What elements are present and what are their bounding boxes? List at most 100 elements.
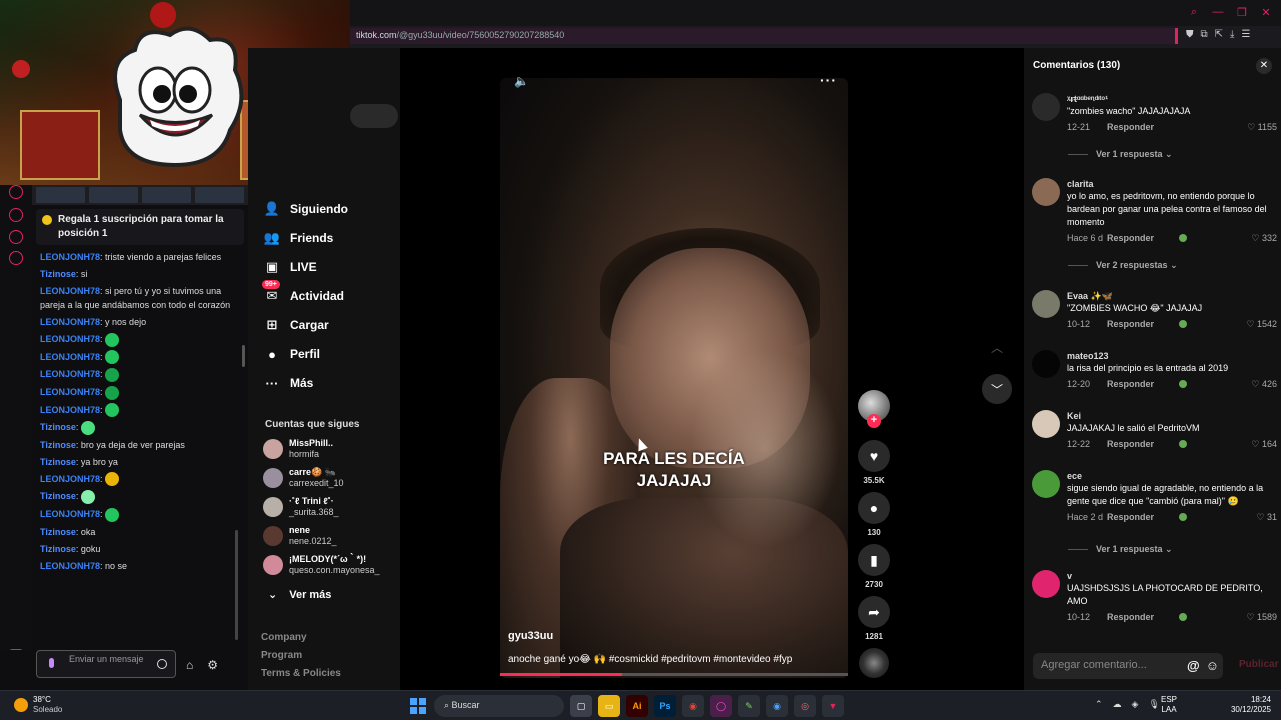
chat-username[interactable]: LEONJONH78 <box>40 405 100 415</box>
emoji-icon[interactable]: ☺ <box>1206 658 1219 673</box>
avatar[interactable] <box>1032 470 1060 498</box>
chat-settings-icon[interactable]: ⚙ <box>207 658 218 672</box>
taskbar-search[interactable]: ⌕ Buscar <box>434 695 564 717</box>
comment-username[interactable]: mateo123 <box>1067 350 1277 362</box>
rail-channel-icon[interactable] <box>9 185 23 199</box>
rail-channel-icon[interactable] <box>9 251 23 265</box>
comment-like-button[interactable]: ♡ 332 <box>1251 231 1277 245</box>
task-view-icon[interactable]: ▢ <box>570 695 592 717</box>
avatar[interactable] <box>1032 178 1060 206</box>
chat-username[interactable]: Tizinose <box>40 269 76 279</box>
chrome-alt-icon[interactable]: ◉ <box>766 695 788 717</box>
app-icon[interactable]: ✎ <box>738 695 760 717</box>
reply-button[interactable]: Responder <box>1107 231 1154 245</box>
illustrator-icon[interactable]: Ai <box>626 695 648 717</box>
comment-like-button[interactable]: ♡ 164 <box>1251 437 1277 451</box>
tiktok-search-pill[interactable] <box>350 104 398 128</box>
view-replies-button[interactable]: Ver 2 respuestas ⌄ <box>1068 260 1178 271</box>
chat-username[interactable]: Tizinose <box>40 544 76 554</box>
photoshop-icon[interactable]: Ps <box>654 695 676 717</box>
comment-like-button[interactable]: ♡ 1542 <box>1246 317 1277 331</box>
app-tray-icon[interactable]: ◈ <box>1132 699 1139 710</box>
chrome-icon[interactable]: ◉ <box>682 695 704 717</box>
comment-username[interactable]: v <box>1067 570 1277 582</box>
comment-username[interactable]: clarita <box>1067 178 1277 190</box>
store-icon[interactable]: ⌂ <box>186 658 193 672</box>
view-replies-button[interactable]: Ver 1 respuesta ⌄ <box>1068 149 1173 160</box>
emoji-icon[interactable] <box>157 659 167 669</box>
file-explorer-icon[interactable]: ▭ <box>598 695 620 717</box>
comment-username[interactable]: ᵡᵲᵵᵅᵅᵇᵉᶯᵈᶦᵗᵒ¹ <box>1067 93 1277 105</box>
reply-button[interactable]: Responder <box>1107 437 1154 451</box>
opera-gx-icon[interactable]: ◯ <box>710 695 732 717</box>
followed-account[interactable]: ·˚ℓ Trini ℓ˚· _surita.368_ <box>263 495 339 519</box>
app-icon[interactable]: ◎ <box>794 695 816 717</box>
chat-username[interactable]: Tizinose <box>40 422 76 432</box>
nav-item-friends[interactable]: 👥 Friends <box>264 227 333 249</box>
followed-account[interactable]: nene nene.0212_ <box>263 524 337 548</box>
comment-like-button[interactable]: ♡ 1589 <box>1246 610 1277 624</box>
chat-username[interactable]: LEONJONH78 <box>40 334 100 344</box>
see-more-button[interactable]: ⌄ Ver más <box>268 588 331 602</box>
share-arrow-icon[interactable]: ➦ <box>858 596 890 628</box>
reply-button[interactable]: Responder <box>1107 120 1154 134</box>
nav-item-actividad[interactable]: ✉ 99+ Actividad <box>262 280 344 307</box>
close-icon[interactable]: ✕ <box>1256 58 1272 74</box>
avatar[interactable] <box>1032 290 1060 318</box>
chat-username[interactable]: LEONJONH78 <box>40 387 100 397</box>
avatar[interactable] <box>1032 570 1060 598</box>
comment-username[interactable]: Evaa ✨🦋 <box>1067 290 1277 302</box>
chat-username[interactable]: LEONJONH78 <box>40 561 100 571</box>
video-description[interactable]: anoche gané yo😂 🙌 #cosmickid #pedritovm … <box>508 654 792 665</box>
language-indicator[interactable]: ESP LAA <box>1161 695 1177 715</box>
comment-like-button[interactable]: ♡ 1155 <box>1247 120 1277 134</box>
reply-button[interactable]: Responder <box>1107 510 1154 524</box>
footer-link-program[interactable]: Program <box>261 650 302 661</box>
video-author[interactable]: gyu33uu <box>508 630 553 642</box>
chat-username[interactable]: LEONJONH78 <box>40 286 100 296</box>
followed-account[interactable]: MissPhill.. hormifa <box>263 437 333 461</box>
pinned-subscription-message[interactable]: Regala 1 suscripción para tomar la posic… <box>36 209 244 245</box>
comment-icon[interactable]: ● <box>858 492 890 524</box>
reply-button[interactable]: Responder <box>1107 377 1154 391</box>
volume-icon[interactable]: 🔈 <box>514 74 529 88</box>
share-icon[interactable]: ⇱ <box>1215 29 1223 40</box>
nav-item-perfil[interactable]: ● Perfil <box>264 343 320 365</box>
comment-like-button[interactable]: ♡ 31 <box>1256 510 1277 524</box>
clock[interactable]: 18:24 30/12/2025 <box>1227 695 1271 715</box>
chat-username[interactable]: Tizinose <box>40 440 76 450</box>
chat-username[interactable]: LEONJONH78 <box>40 369 100 379</box>
address-bar[interactable]: tiktok.com/@gyu33uu/video/75600527902072… <box>350 28 1175 44</box>
search-icon[interactable]: ⌕ <box>1187 6 1201 19</box>
mention-icon[interactable]: @ <box>1187 658 1200 673</box>
music-disc-icon[interactable] <box>859 648 889 678</box>
rail-channel-icon[interactable] <box>9 230 23 244</box>
weather-widget[interactable]: 38°C Soleado <box>14 695 62 715</box>
chat-scrollbar-track[interactable] <box>235 530 238 640</box>
chat-username[interactable]: LEONJONH78 <box>40 352 100 362</box>
reply-button[interactable]: Responder <box>1107 610 1154 624</box>
chevron-down-icon[interactable]: ﹀ <box>982 374 1012 404</box>
maximize-icon[interactable]: ❐ <box>1235 6 1249 19</box>
follow-plus-icon[interactable]: + <box>867 414 881 428</box>
chat-username[interactable]: Tizinose <box>40 527 76 537</box>
avatar[interactable] <box>1032 93 1060 121</box>
followed-account[interactable]: ¡MELODY(*´ω｀*)! queso.con.mayonesa_ <box>263 553 380 577</box>
chat-username[interactable]: Tizinose <box>40 457 76 467</box>
cloud-icon[interactable]: ☁ <box>1113 699 1122 710</box>
comment-username[interactable]: ece <box>1067 470 1277 482</box>
close-icon[interactable]: ✕ <box>1259 6 1273 19</box>
heart-icon[interactable]: ♥ <box>858 440 890 472</box>
avatar[interactable] <box>1032 410 1060 438</box>
chat-username[interactable]: LEONJONH78 <box>40 317 100 327</box>
nav-item-más[interactable]: ··· Más <box>264 372 314 394</box>
chat-username[interactable]: LEONJONH78 <box>40 474 100 484</box>
comment-like-button[interactable]: ♡ 426 <box>1251 377 1277 391</box>
video-progress-bar[interactable] <box>500 673 848 676</box>
more-options-icon[interactable]: ··· <box>820 72 837 88</box>
comment-username[interactable]: Kei <box>1067 410 1277 422</box>
mic-icon[interactable] <box>49 658 54 668</box>
reply-button[interactable]: Responder <box>1107 317 1154 331</box>
minimize-icon[interactable]: — <box>1211 6 1225 19</box>
chat-username[interactable]: LEONJONH78 <box>40 252 100 262</box>
